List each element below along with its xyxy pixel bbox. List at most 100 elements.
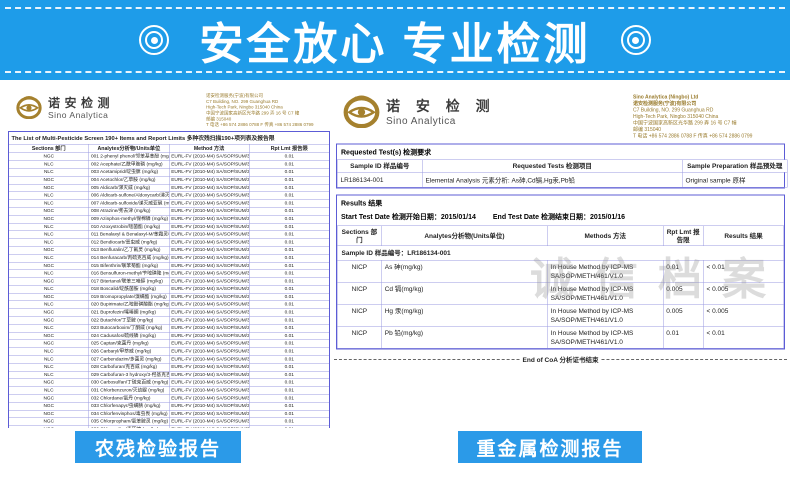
cell-rpt-limit: 0.01 (249, 200, 329, 208)
cell-analyte: 033 Chlorfenapyr/虫螨腈 (mg/kg) (89, 402, 169, 410)
pesticide-table-row: NGC 019 Bromopropylate/溴螨酯 (mg/kg) EURL-… (9, 293, 330, 301)
cell-method: In House Method by ICP-MS SA/SOP/METH/46… (547, 304, 663, 326)
target-rings-icon-left (139, 25, 169, 55)
start-date-label: Start Test Date 检测开始日期： (341, 213, 441, 221)
col-header-sample-id: Sample ID 样品编号 (337, 160, 422, 173)
cell-analyte: 020 Bupirimate/乙嘧酚磺酸酯 (mg/kg) (89, 301, 169, 309)
cell-section: NLC (9, 356, 89, 364)
heavy-metal-report-document: 诺 安 检 测 Sino Analytica Sino Analytica (N… (333, 86, 788, 432)
cell-section: NICP (337, 304, 381, 326)
cell-method: In House Method by ICP-MS SA/SOP/METH/46… (547, 260, 663, 282)
pesticide-table-row: NLC 018 Boscalid/啶酰菌胺 (mg/kg) EURL-FV (2… (9, 285, 330, 293)
cell-section: NLC (9, 200, 89, 208)
col-header-rpt-lmt: Rpt Lmt 报告限 (663, 226, 703, 246)
cell-analyte: 034 Chlorfenvinphos/毒虫畏 (mg/kg) (89, 410, 169, 418)
requested-tests-row: LR186134-001 Elemental Analysis 元素分析: As… (337, 172, 787, 187)
pesticide-table-row: NLC 006 Aldicarb-sulfone/Aldoxycarb/涕灭砜威… (9, 192, 330, 200)
cell-result: < 0.01 (703, 260, 783, 282)
cell-section: NLC (9, 231, 89, 239)
banner-dashed-line-bottom (5, 71, 785, 73)
pesticide-table-row: NGC 034 Chlorfenvinphos/毒虫畏 (mg/kg) EURL… (9, 410, 330, 418)
cell-method: In House Method by ICP-MS SA/SOP/METH/46… (547, 326, 663, 348)
cell-method: EURL-FV (2010-M4) SA/SOP/SUM/304LC V3.0 (169, 301, 249, 309)
results-table-row: NICP Hg 汞(mg/kg) In House Method by ICP-… (337, 304, 784, 326)
cell-method: EURL-FV (2010-M4) SA/SOP/SUM/304GC V3.0 (169, 246, 249, 254)
cell-analyte: 031 Chlorbenzuron/灭幼脲 (mg/kg) (89, 387, 169, 395)
cell-analyte: 014 Benfuracarb/丙硫克百威 (mg/kg) (89, 254, 169, 262)
col-header-analytes: Analytes分析物(Units单位) (381, 226, 547, 246)
cell-rpt-limit: 0.01 (249, 402, 329, 410)
cell-analyte: 019 Bromopropylate/溴螨酯 (mg/kg) (89, 293, 169, 301)
requested-tests-box: Requested Test(s) 检测要求 Sample ID 样品编号 Re… (336, 144, 785, 189)
cell-method: EURL-FV (2010-M4) SA/SOP/SUM/304LC V3.0 (169, 239, 249, 247)
company-address-block: 诺安检测服务(宁波)有限公司C7 Building, NO. 299 Guang… (206, 93, 326, 128)
col-header-results: Results 结果 (703, 226, 783, 246)
pesticide-table-row: NLC 014 Benfuracarb/丙硫克百威 (mg/kg) EURL-F… (9, 254, 330, 262)
cell-method: EURL-FV (2010-M4) SA/SOP/SUM/304LC V3.0 (169, 192, 249, 200)
cell-method: EURL-FV (2010-M4) SA/SOP/SUM/304GC V3.0 (169, 153, 249, 161)
pesticide-table-row: NGC 015 Bifenthrin/联苯菊酯 (mg/kg) EURL-FV … (9, 262, 330, 270)
cell-rpt-limit: 0.01 (249, 395, 329, 403)
cell-analyte: 023 Butocarboxim/丁酮威 (mg/kg) (89, 324, 169, 332)
cell-method: EURL-FV (2010-M4) SA/SOP/SUM/304GC V3.0 (169, 278, 249, 286)
cell-section: NGC (9, 246, 89, 254)
cell-method: EURL-FV (2010-M4) SA/SOP/SUM/304GC V3.0 (169, 293, 249, 301)
sino-analytica-logo-icon (342, 94, 381, 128)
cell-section: NLC (9, 348, 89, 356)
pesticide-table-row: NGC 013 Benfluralin/乙丁氟灵 (mg/kg) EURL-FV… (9, 246, 330, 254)
pesticide-table-row: NGC 009 Azinphos-methyl/保棉磷 (mg/kg) EURL… (9, 215, 330, 223)
cell-analyte: 029 Carbofuran-3 hydroxy/3-羟基克百威 (mg/kg) (89, 371, 169, 379)
cell-analyte: 017 Bitertanol/联苯三唑醇 (mg/kg) (89, 278, 169, 286)
test-dates-line: Start Test Date 检测开始日期：2015/01/14 End Te… (337, 211, 784, 226)
cell-section: NICP (337, 282, 381, 304)
pesticide-table-row: NGC 017 Bitertanol/联苯三唑醇 (mg/kg) EURL-FV… (9, 278, 330, 286)
cell-method: EURL-FV (2010-M4) SA/SOP/SUM/304LC V3.0 (169, 348, 249, 356)
pesticide-table-row: NGC 035 Chlorpropham/氯苯胺灵 (mg/kg) EURL-F… (9, 418, 330, 426)
pesticide-table-row: NLC 027 Carbendazim/多菌灵 (mg/kg) EURL-FV … (9, 356, 330, 364)
cell-analyte: 022 Butachlor/丁草胺 (mg/kg) (89, 317, 169, 325)
pesticide-table-row: NGC 005 Aldicarb/涕灭威 (mg/kg) EURL-FV (20… (9, 184, 330, 192)
cell-section: NLC (9, 168, 89, 176)
col-header-methods: Methods 方法 (547, 226, 663, 246)
end-of-coa-text: End of CoA 分析证书结束 (523, 355, 599, 365)
pesticide-table-row: NLC 031 Chlorbenzuron/灭幼脲 (mg/kg) EURL-F… (9, 387, 330, 395)
sino-analytica-logo-icon (15, 95, 43, 119)
cell-method: EURL-FV (2010-M4) SA/SOP/SUM/304GC V3.0 (169, 176, 249, 184)
pesticide-table-row: NGC 033 Chlorfenapyr/虫螨腈 (mg/kg) EURL-FV… (9, 402, 330, 410)
pesticide-report-caption-button: 农残检验报告 (75, 431, 241, 463)
cell-section: NGC (9, 340, 89, 348)
end-date-value: 2015/01/16 (590, 213, 625, 221)
cell-rpt-limit: 0.01 (249, 239, 329, 247)
cell-analyte: 032 Chlordane/氯丹 (mg/kg) (89, 395, 169, 403)
pesticide-table: The List of Multi-Pesticide Screen 190+ … (8, 131, 330, 428)
col-header-sections: Sections 部门 (9, 144, 89, 153)
results-title: Results 结果 (337, 196, 784, 211)
cell-section: NLC (9, 371, 89, 379)
col-header-method: Method 方法 (169, 144, 249, 153)
end-of-coa-line: End of CoA 分析证书结束 (334, 355, 787, 365)
cell-method: EURL-FV (2010-M4) SA/SOP/SUM/304GC V3.0 (169, 418, 249, 426)
cell-section: NGC (9, 207, 89, 215)
cell-method: EURL-FV (2010-M4) SA/SOP/SUM/304LC V3.0 (169, 285, 249, 293)
cell-method: EURL-FV (2010-M4) SA/SOP/SUM/304LC V3.0 (169, 356, 249, 364)
cell-section: NGC (9, 309, 89, 317)
cell-rpt-limit: 0.01 (249, 332, 329, 340)
cell-rpt-limit: 0.01 (249, 176, 329, 184)
cell-analyte: Cd 镉(mg/kg) (381, 282, 547, 304)
cell-section: NGC (9, 426, 89, 428)
col-header-rpt-lmt: Rpt Lmt 报告限 (249, 144, 329, 153)
requested-tests-table: Sample ID 样品编号 Requested Tests 检测项目 Samp… (337, 160, 788, 188)
cell-analyte: 027 Carbendazim/多菌灵 (mg/kg) (89, 356, 169, 364)
cell-section: NGC (9, 153, 89, 161)
cell-analyte: 007 Aldicarb-sulfoxide/涕灭威亚砜 (mg/kg) (89, 200, 169, 208)
cell-section: NLC (9, 161, 89, 169)
cell-method: EURL-FV (2010-M4) SA/SOP/SUM/304GC V3.0 (169, 395, 249, 403)
pesticide-table-row: NLC 026 Carbaryl/甲萘威 (mg/kg) EURL-FV (20… (9, 348, 330, 356)
cell-rpt-limit: 0.01 (249, 207, 329, 215)
cell-analyte: 036 Chlorpyrifos/毒死蜱 (mg/kg) (89, 426, 169, 428)
cell-rpt-limit: 0.01 (249, 231, 329, 239)
results-box: Results 结果 Start Test Date 检测开始日期：2015/0… (336, 195, 785, 350)
pesticide-report-document: 诺安检测 Sino Analytica 诺安检测服务(宁波)有限公司C7 Bui… (8, 86, 330, 428)
cell-method: EURL-FV (2010-M4) SA/SOP/SUM/304LC V3.0 (169, 371, 249, 379)
cell-analyte: 028 Carbofuran/克百威 (mg/kg) (89, 363, 169, 371)
